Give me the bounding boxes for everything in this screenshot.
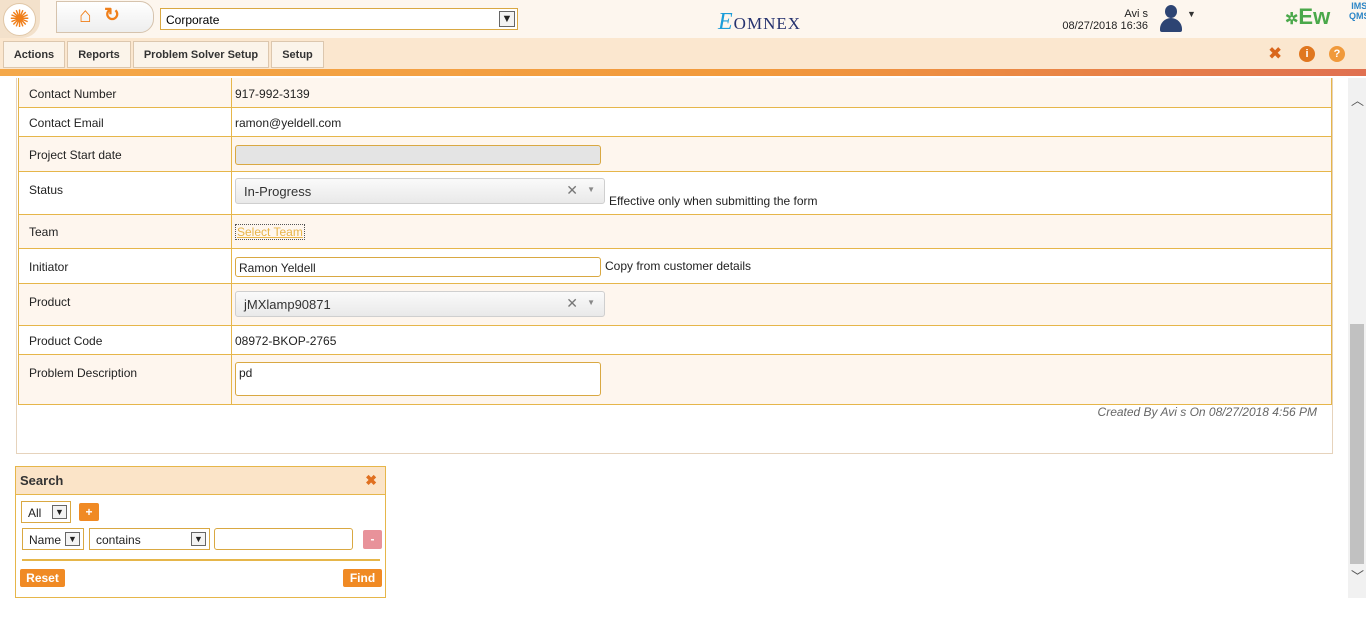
omnex-logo-text: OMNEX xyxy=(733,14,802,33)
search-header: Search ✖ xyxy=(16,467,385,495)
omnex-e-icon: E xyxy=(718,9,734,35)
copy-from-customer-link[interactable]: Copy from customer details xyxy=(605,259,751,273)
chevron-down-icon[interactable]: ▼ xyxy=(191,532,206,546)
omnex-logo: EOMNEX xyxy=(718,9,801,36)
chevron-down-icon[interactable]: ▼ xyxy=(52,505,67,519)
vertical-scrollbar[interactable]: ︿ ﹀ xyxy=(1348,78,1366,598)
close-icon[interactable]: ✖ xyxy=(365,472,377,489)
problem-description-textarea[interactable]: pd xyxy=(235,362,601,396)
search-panel: Search ✖ All ▼ + Name ▼ contains ▼ - Res… xyxy=(15,466,386,598)
field-select-value: Name xyxy=(29,533,62,547)
menu-setup[interactable]: Setup xyxy=(271,41,324,68)
form-row-product-code: Product Code 08972-BKOP-2765 xyxy=(18,326,1332,355)
contact-number-value: 917-992-3139 xyxy=(235,87,310,101)
form-row-product: Product jMXlamp90871 ✕ ▼ xyxy=(18,284,1332,326)
caret-down-icon[interactable]: ▼ xyxy=(1187,9,1196,19)
refresh-icon[interactable]: ↻ xyxy=(104,5,120,27)
corporate-select-value: Corporate xyxy=(166,13,220,27)
status-select-value: In-Progress xyxy=(244,184,312,199)
initiator-input[interactable]: Ramon Yeldell xyxy=(235,257,601,277)
product-code-label: Product Code xyxy=(29,334,103,348)
form-row-team: Team Select Team xyxy=(18,215,1332,249)
home-refresh-group: ⌂ ↻ xyxy=(56,1,154,33)
add-criteria-button[interactable]: + xyxy=(79,503,99,521)
status-note: Effective only when submitting the form xyxy=(609,194,818,208)
ims-text: IMS xyxy=(1351,1,1366,11)
operator-select[interactable]: contains ▼ xyxy=(89,528,210,550)
current-datetime: 08/27/2018 16:36 xyxy=(1062,20,1148,32)
initiator-label: Initiator xyxy=(29,260,69,274)
ew-gear-icon: ✲ xyxy=(1285,11,1299,28)
user-name: Avi s xyxy=(1124,8,1148,20)
form-row-contact-number: Contact Number 917-992-3139 xyxy=(18,78,1332,108)
clear-icon[interactable]: ✕ xyxy=(566,295,578,312)
ew-logo-text: Ew xyxy=(1298,4,1331,29)
info-icon[interactable]: i xyxy=(1299,46,1315,62)
reset-button[interactable]: Reset xyxy=(20,569,65,587)
product-select[interactable]: jMXlamp90871 ✕ ▼ xyxy=(235,291,605,317)
scroll-down-icon[interactable]: ﹀ xyxy=(1351,566,1364,585)
match-select-value: All xyxy=(28,506,42,520)
form-row-problem-description: Problem Description pd xyxy=(18,355,1332,405)
remove-criteria-button[interactable]: - xyxy=(363,530,382,549)
qms-text: QMS xyxy=(1349,11,1366,21)
match-select[interactable]: All ▼ xyxy=(21,501,71,523)
product-label: Product xyxy=(29,295,71,309)
team-label: Team xyxy=(29,225,59,239)
select-team-link[interactable]: Select Team xyxy=(235,224,305,240)
pin-icon[interactable]: ✖ xyxy=(1268,44,1282,64)
ims-qms-logo-text: IMSQMS xyxy=(1349,1,1366,21)
form-row-status: Status In-Progress ✕ ▼ Effective only wh… xyxy=(18,172,1332,215)
contact-email-label: Contact Email xyxy=(29,116,104,130)
menu-problem-solver-setup[interactable]: Problem Solver Setup xyxy=(133,41,269,68)
app-logo[interactable]: ✺ xyxy=(0,0,40,38)
created-by-note: Created By Avi s On 08/27/2018 4:56 PM xyxy=(1097,405,1317,419)
menu-actions[interactable]: Actions xyxy=(3,41,65,68)
contact-number-label: Contact Number xyxy=(29,87,117,101)
product-code-value: 08972-BKOP-2765 xyxy=(235,334,337,348)
menu-bar: Actions Reports Problem Solver Setup Set… xyxy=(0,38,1366,70)
project-start-date-label: Project Start date xyxy=(29,148,122,162)
sun-logo-icon: ✺ xyxy=(3,3,36,36)
find-button[interactable]: Find xyxy=(343,569,382,587)
search-divider xyxy=(22,559,380,561)
chevron-down-icon[interactable]: ▼ xyxy=(587,298,595,307)
chevron-down-icon[interactable]: ▼ xyxy=(499,11,515,27)
top-bar: ✺ ⌂ ↻ Corporate ▼ EOMNEX Avi s 08/27/201… xyxy=(0,0,1366,39)
corporate-select[interactable]: Corporate ▼ xyxy=(160,8,518,30)
home-icon[interactable]: ⌂ xyxy=(79,4,92,28)
form-row-initiator: Initiator Ramon Yeldell Copy from custom… xyxy=(18,249,1332,284)
form-panel: Contact Number 917-992-3139 Contact Emai… xyxy=(16,78,1333,454)
contact-email-value: ramon@yeldell.com xyxy=(235,116,342,130)
product-select-value: jMXlamp90871 xyxy=(244,297,331,312)
chevron-down-icon[interactable]: ▼ xyxy=(587,185,595,194)
project-start-date-input[interactable] xyxy=(235,145,601,165)
search-title: Search xyxy=(20,473,64,488)
accent-bar xyxy=(0,69,1366,76)
menu-reports[interactable]: Reports xyxy=(67,41,131,68)
ewqms-logo: ✲Ew IMSQMS xyxy=(1285,1,1366,30)
form-row-contact-email: Contact Email ramon@yeldell.com xyxy=(18,108,1332,137)
chevron-down-icon[interactable]: ▼ xyxy=(65,532,80,546)
search-text-input[interactable] xyxy=(214,528,353,550)
problem-description-label: Problem Description xyxy=(29,366,138,380)
help-icon[interactable]: ? xyxy=(1329,46,1345,62)
form-row-project-start-date: Project Start date xyxy=(18,137,1332,172)
status-select[interactable]: In-Progress ✕ ▼ xyxy=(235,178,605,204)
clear-icon[interactable]: ✕ xyxy=(566,182,578,199)
operator-select-value: contains xyxy=(96,533,141,547)
user-avatar-icon[interactable] xyxy=(1157,3,1185,33)
scrollbar-thumb[interactable] xyxy=(1350,324,1364,564)
scroll-up-icon[interactable]: ︿ xyxy=(1351,90,1364,109)
status-label: Status xyxy=(29,183,64,197)
field-select[interactable]: Name ▼ xyxy=(22,528,84,550)
